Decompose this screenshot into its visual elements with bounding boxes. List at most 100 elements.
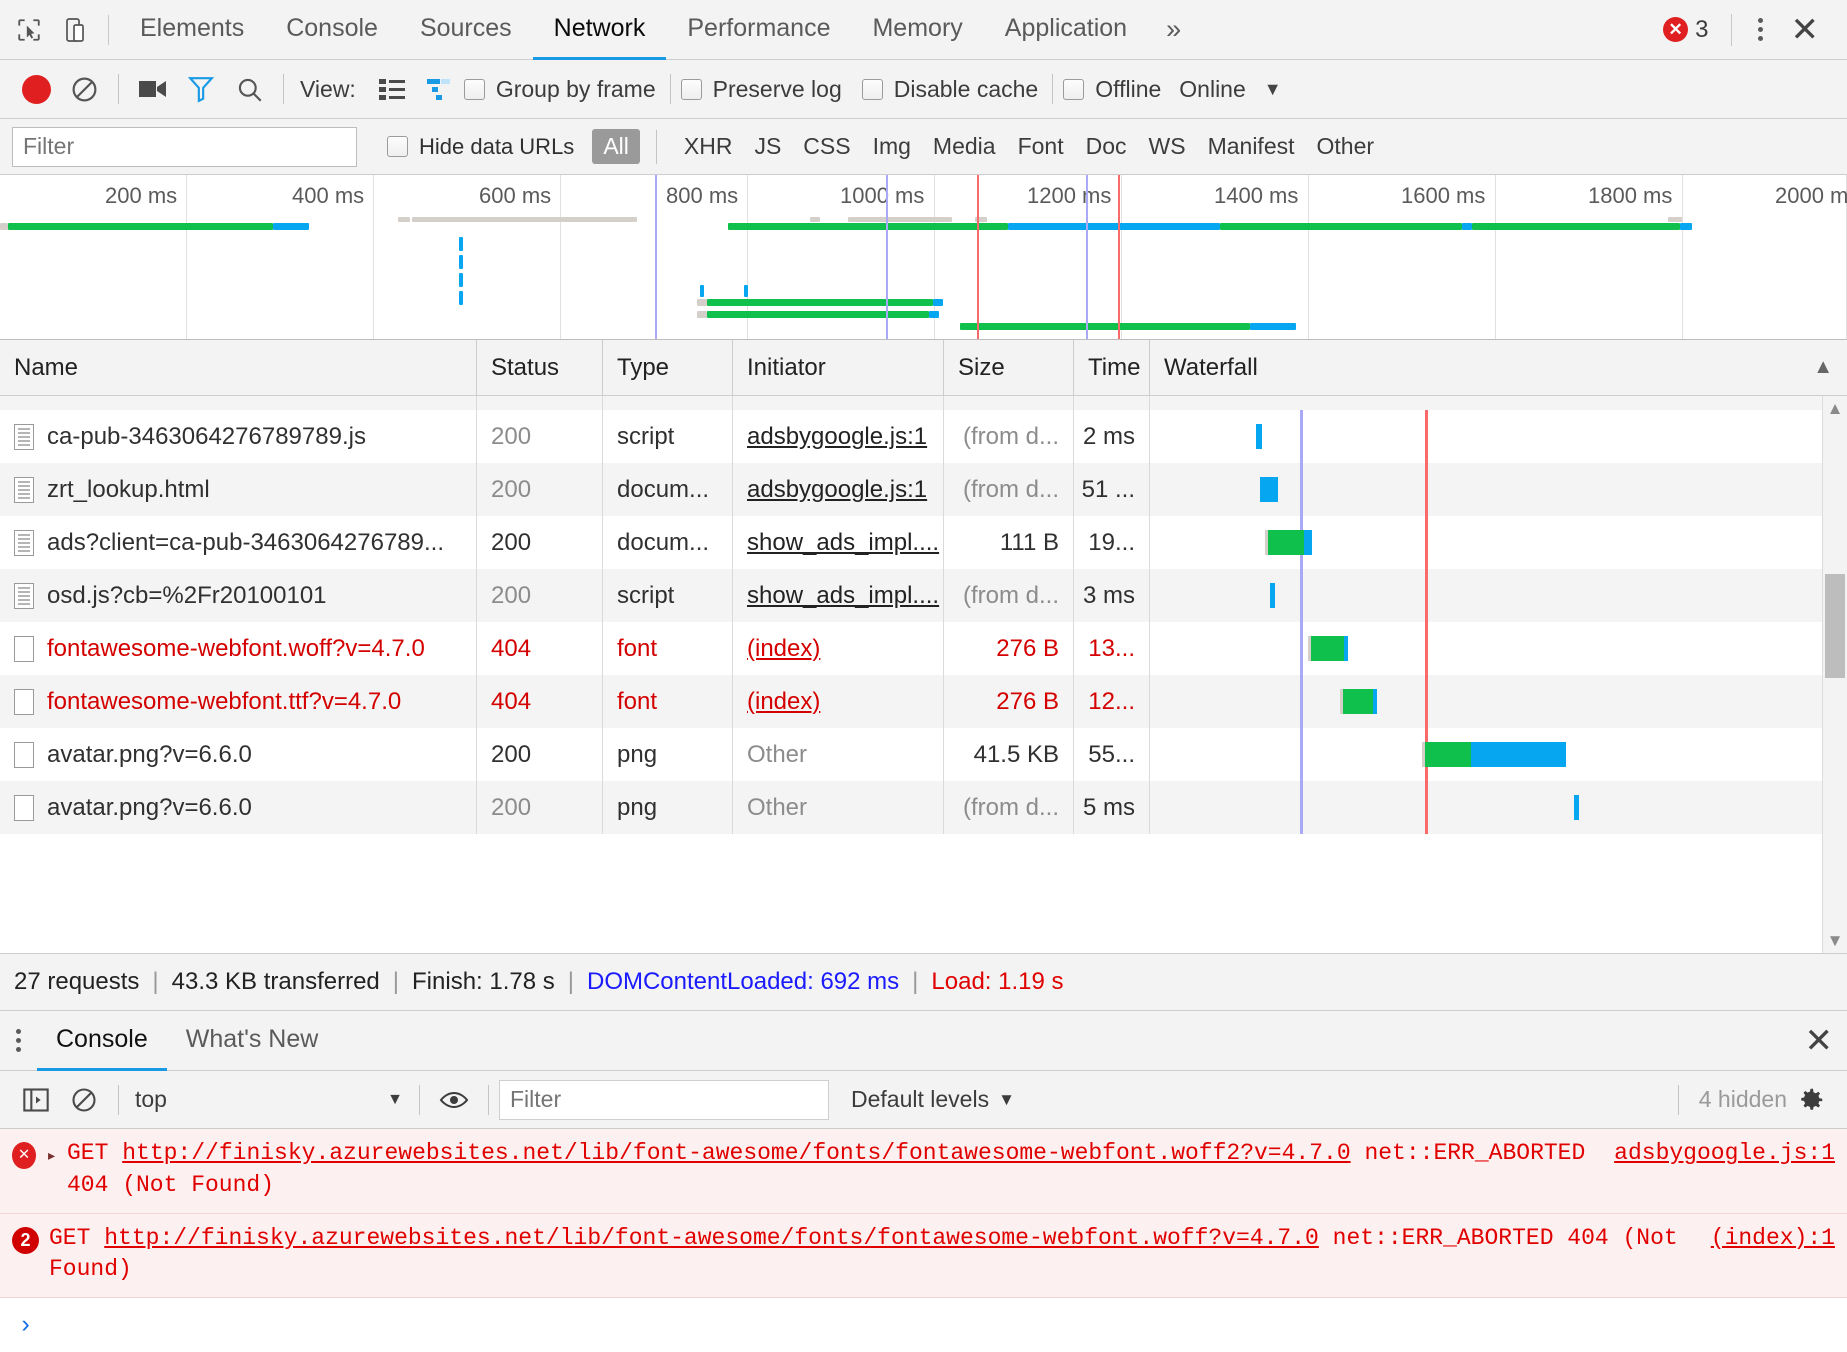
tab-elements[interactable]: Elements — [119, 0, 265, 60]
gear-icon[interactable] — [1787, 1076, 1835, 1124]
list-view-icon[interactable] — [368, 65, 416, 113]
tab-application[interactable]: Application — [984, 0, 1148, 60]
filter-type-all[interactable]: All — [592, 129, 640, 164]
offline-checkbox[interactable]: Offline — [1063, 76, 1161, 103]
initiator-link[interactable]: show_ads_impl.... — [747, 582, 939, 610]
filter-type-media[interactable]: Media — [922, 129, 1007, 164]
column-header-waterfall-label: Waterfall — [1164, 354, 1258, 382]
device-toolbar-icon[interactable] — [52, 7, 98, 53]
log-levels-select[interactable]: Default levels ▼ — [851, 1086, 1015, 1113]
column-header-time[interactable]: Time — [1074, 340, 1150, 396]
cell-time: 55... — [1074, 728, 1150, 781]
cell-type — [603, 396, 733, 410]
preserve-log-checkbox[interactable]: Preserve log — [681, 76, 842, 103]
cell-time: 12... — [1074, 675, 1150, 728]
table-row[interactable]: fontawesome-webfont.woff?v=4.7.0 404 fon… — [0, 622, 1847, 675]
close-icon[interactable]: ✕ — [1777, 13, 1834, 47]
cell-status — [477, 396, 603, 410]
close-drawer-icon[interactable]: ✕ — [1791, 1024, 1847, 1058]
kebab-menu-icon[interactable] — [1744, 12, 1777, 47]
record-button-icon[interactable] — [12, 65, 60, 113]
tab-network[interactable]: Network — [533, 0, 667, 60]
live-expression-icon[interactable] — [430, 1076, 478, 1124]
image-file-icon — [14, 795, 34, 821]
filter-type-xhr[interactable]: XHR — [673, 129, 744, 164]
table-row[interactable]: ads?client=ca-pub-3463064276789... 200 d… — [0, 516, 1847, 569]
console-message-source[interactable]: adsbygoogle.js:1 — [1614, 1138, 1835, 1170]
table-row[interactable]: avatar.png?v=6.6.0 200 png Other (from d… — [0, 781, 1847, 834]
search-icon[interactable] — [225, 65, 273, 113]
clear-icon[interactable] — [60, 65, 108, 113]
initiator-link[interactable]: (index) — [747, 635, 820, 663]
tab-console[interactable]: Console — [265, 0, 399, 60]
tab-sources[interactable]: Sources — [399, 0, 533, 60]
chevron-down-icon[interactable]: ▼ — [1264, 79, 1282, 100]
group-by-frame-checkbox[interactable]: Group by frame — [464, 76, 656, 103]
table-row[interactable]: zrt_lookup.html 200 docum... adsbygoogle… — [0, 463, 1847, 516]
column-header-size[interactable]: Size — [944, 340, 1074, 396]
scroll-down-icon[interactable]: ▼ — [1823, 928, 1847, 953]
column-header-waterfall[interactable]: Waterfall ▲ — [1150, 340, 1847, 396]
filter-type-img[interactable]: Img — [862, 129, 922, 164]
divider — [283, 74, 284, 104]
drawer-tab-console[interactable]: Console — [37, 1011, 167, 1071]
column-header-initiator[interactable]: Initiator — [733, 340, 944, 396]
expand-arrow-icon[interactable]: ▸ — [46, 1145, 57, 1170]
table-row[interactable]: avatar.png?v=6.6.0 200 png Other 41.5 KB… — [0, 728, 1847, 781]
console-message-url[interactable]: http://finisky.azurewebsites.net/lib/fon… — [122, 1140, 1350, 1166]
summary-dom-content-loaded: DOMContentLoaded: 692 ms — [587, 968, 899, 996]
filter-type-doc[interactable]: Doc — [1075, 129, 1138, 164]
requests-table-body[interactable]: ca-pub-3463064276789789.js 200 script ad… — [0, 396, 1847, 953]
filter-type-js[interactable]: JS — [743, 129, 792, 164]
filter-type-font[interactable]: Font — [1007, 129, 1075, 164]
scrollbar-thumb[interactable] — [1825, 574, 1845, 678]
drawer-tab-whats-new[interactable]: What's New — [167, 1011, 338, 1071]
table-scrollbar[interactable]: ▲ ▼ — [1822, 396, 1847, 953]
table-row[interactable]: ca-pub-3463064276789789.js 200 script ad… — [0, 410, 1847, 463]
kebab-menu-icon[interactable] — [10, 1023, 37, 1058]
inspect-element-icon[interactable] — [6, 7, 52, 53]
tab-memory[interactable]: Memory — [851, 0, 983, 60]
funnel-icon[interactable] — [177, 65, 225, 113]
cell-type: docum... — [603, 516, 733, 569]
disable-cache-checkbox[interactable]: Disable cache — [862, 76, 1038, 103]
initiator-link[interactable]: adsbygoogle.js:1 — [747, 423, 927, 451]
initiator-link[interactable]: (index) — [747, 688, 820, 716]
cell-waterfall — [1150, 781, 1847, 834]
filter-type-other[interactable]: Other — [1306, 129, 1386, 164]
clear-console-icon[interactable] — [60, 1076, 108, 1124]
console-message-url[interactable]: http://finisky.azurewebsites.net/lib/fon… — [104, 1225, 1319, 1251]
cell-status: 200 — [477, 410, 603, 463]
table-row[interactable]: fontawesome-webfont.ttf?v=4.7.0 404 font… — [0, 675, 1847, 728]
more-tabs-icon[interactable]: » — [1148, 0, 1199, 60]
console-filter-input[interactable] — [499, 1080, 829, 1120]
network-overview-timeline[interactable]: 200 ms 400 ms 600 ms 800 ms 1000 ms 1200… — [0, 175, 1847, 340]
execution-context-select[interactable]: top ▼ — [129, 1086, 409, 1113]
filter-type-manifest[interactable]: Manifest — [1197, 129, 1306, 164]
column-header-type[interactable]: Type — [603, 340, 733, 396]
console-message-error[interactable]: ✕ ▸ adsbygoogle.js:1 GET http://finisky.… — [0, 1129, 1847, 1213]
hide-data-urls-checkbox[interactable]: Hide data URLs — [387, 134, 574, 160]
request-name: osd.js?cb=%2Fr20100101 — [47, 582, 327, 610]
camera-icon[interactable] — [129, 65, 177, 113]
console-prompt[interactable]: › — [0, 1298, 1847, 1352]
scroll-up-icon[interactable]: ▲ — [1823, 396, 1847, 421]
throttling-value[interactable]: Online — [1179, 76, 1245, 103]
filter-input[interactable] — [12, 127, 357, 167]
cell-size: (from d... — [944, 569, 1074, 622]
show-console-sidebar-icon[interactable] — [12, 1076, 60, 1124]
waterfall-view-icon[interactable] — [416, 65, 464, 113]
column-header-status[interactable]: Status — [477, 340, 603, 396]
table-row[interactable]: osd.js?cb=%2Fr20100101 200 script show_a… — [0, 569, 1847, 622]
initiator-link[interactable]: show_ads_impl.... — [747, 529, 939, 557]
tab-performance[interactable]: Performance — [666, 0, 851, 60]
drawer-tab-label: What's New — [186, 1025, 319, 1054]
column-header-name[interactable]: Name — [0, 340, 477, 396]
console-message-error[interactable]: 2 (index):1 GET http://finisky.azurewebs… — [0, 1214, 1847, 1298]
initiator-link[interactable]: adsbygoogle.js:1 — [747, 476, 927, 504]
table-row-partial[interactable] — [0, 396, 1847, 410]
error-count-badge[interactable]: ✕ 3 — [1663, 16, 1708, 44]
filter-type-css[interactable]: CSS — [792, 129, 861, 164]
console-message-source[interactable]: (index):1 — [1711, 1223, 1835, 1255]
filter-type-ws[interactable]: WS — [1138, 129, 1197, 164]
